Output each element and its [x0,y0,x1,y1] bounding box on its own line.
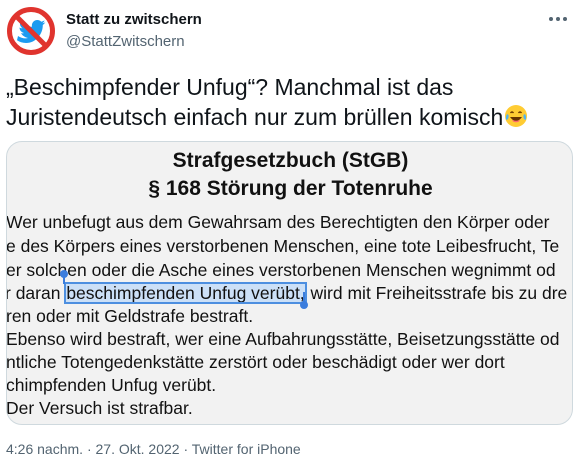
avatar[interactable] [6,6,56,56]
law-text-line: r daran beschimpfenden Unfug verübt, wir… [6,282,568,304]
selection-end-handle[interactable] [300,301,308,309]
law-text-line: ren oder mit Geldstrafe bestraft. [6,306,254,326]
more-dot-icon [549,17,553,21]
law-text-line: Ebenso wird bestraft, wer eine Aufbahrun… [6,329,560,349]
meta-separator: · [183,441,189,457]
tweet-text-content: „Beschimpfender Unfug“? Manchmal ist das… [6,74,504,130]
tweet-header: Statt zu zwitschern @StattZwitschern [0,0,580,68]
more-options-button[interactable] [543,8,573,30]
tweet-metadata: 4:26 nachm. · 27. Okt. 2022 · Twitter fo… [6,441,301,457]
law-text-line: e des Körpers eines verstorbenen Mensche… [6,236,560,256]
law-text-segment: r daran [6,283,61,303]
tweet-date[interactable]: 27. Okt. 2022 [96,441,180,457]
law-text-line: Der Versuch ist strafbar. [6,398,193,418]
law-text-line: ntliche Totengedenkstätte zerstört oder … [6,352,505,372]
law-section-title: § 168 Störung der Totenruhe [148,177,433,200]
tweet-text: „Beschimpfender Unfug“? Manchmal ist das… [6,72,574,132]
tweet-image[interactable]: Strafgesetzbuch (StGB) § 168 Störung der… [6,141,573,425]
more-dot-icon [556,17,560,21]
more-dot-icon [563,17,567,21]
tweet-source[interactable]: Twitter for iPhone [192,441,301,457]
law-text-line: er solchen oder die Asche eines verstorb… [6,260,556,280]
law-text-line: Wer unbefugt aus dem Gewahrsam des Berec… [6,212,550,232]
law-text-line: chimpfenden Unfug verübt. [6,375,217,395]
law-title: Strafgesetzbuch (StGB) [172,149,409,172]
crossed-out-bird-icon [6,6,56,56]
display-name[interactable]: Statt zu zwitschern [66,11,202,28]
meta-separator: · [86,441,92,457]
law-text-segment: wird mit Freiheitsstrafe bis zu dre [305,283,568,303]
law-text-screenshot: Strafgesetzbuch (StGB) § 168 Störung der… [6,142,572,424]
laughing-crying-emoji-icon [505,105,528,127]
selection-start-handle[interactable] [60,270,68,278]
user-handle[interactable]: @StattZwitschern [66,33,185,50]
text-selection[interactable]: beschimpfenden Unfug verübt, [64,282,307,304]
tweet-time[interactable]: 4:26 nachm. [6,441,83,457]
